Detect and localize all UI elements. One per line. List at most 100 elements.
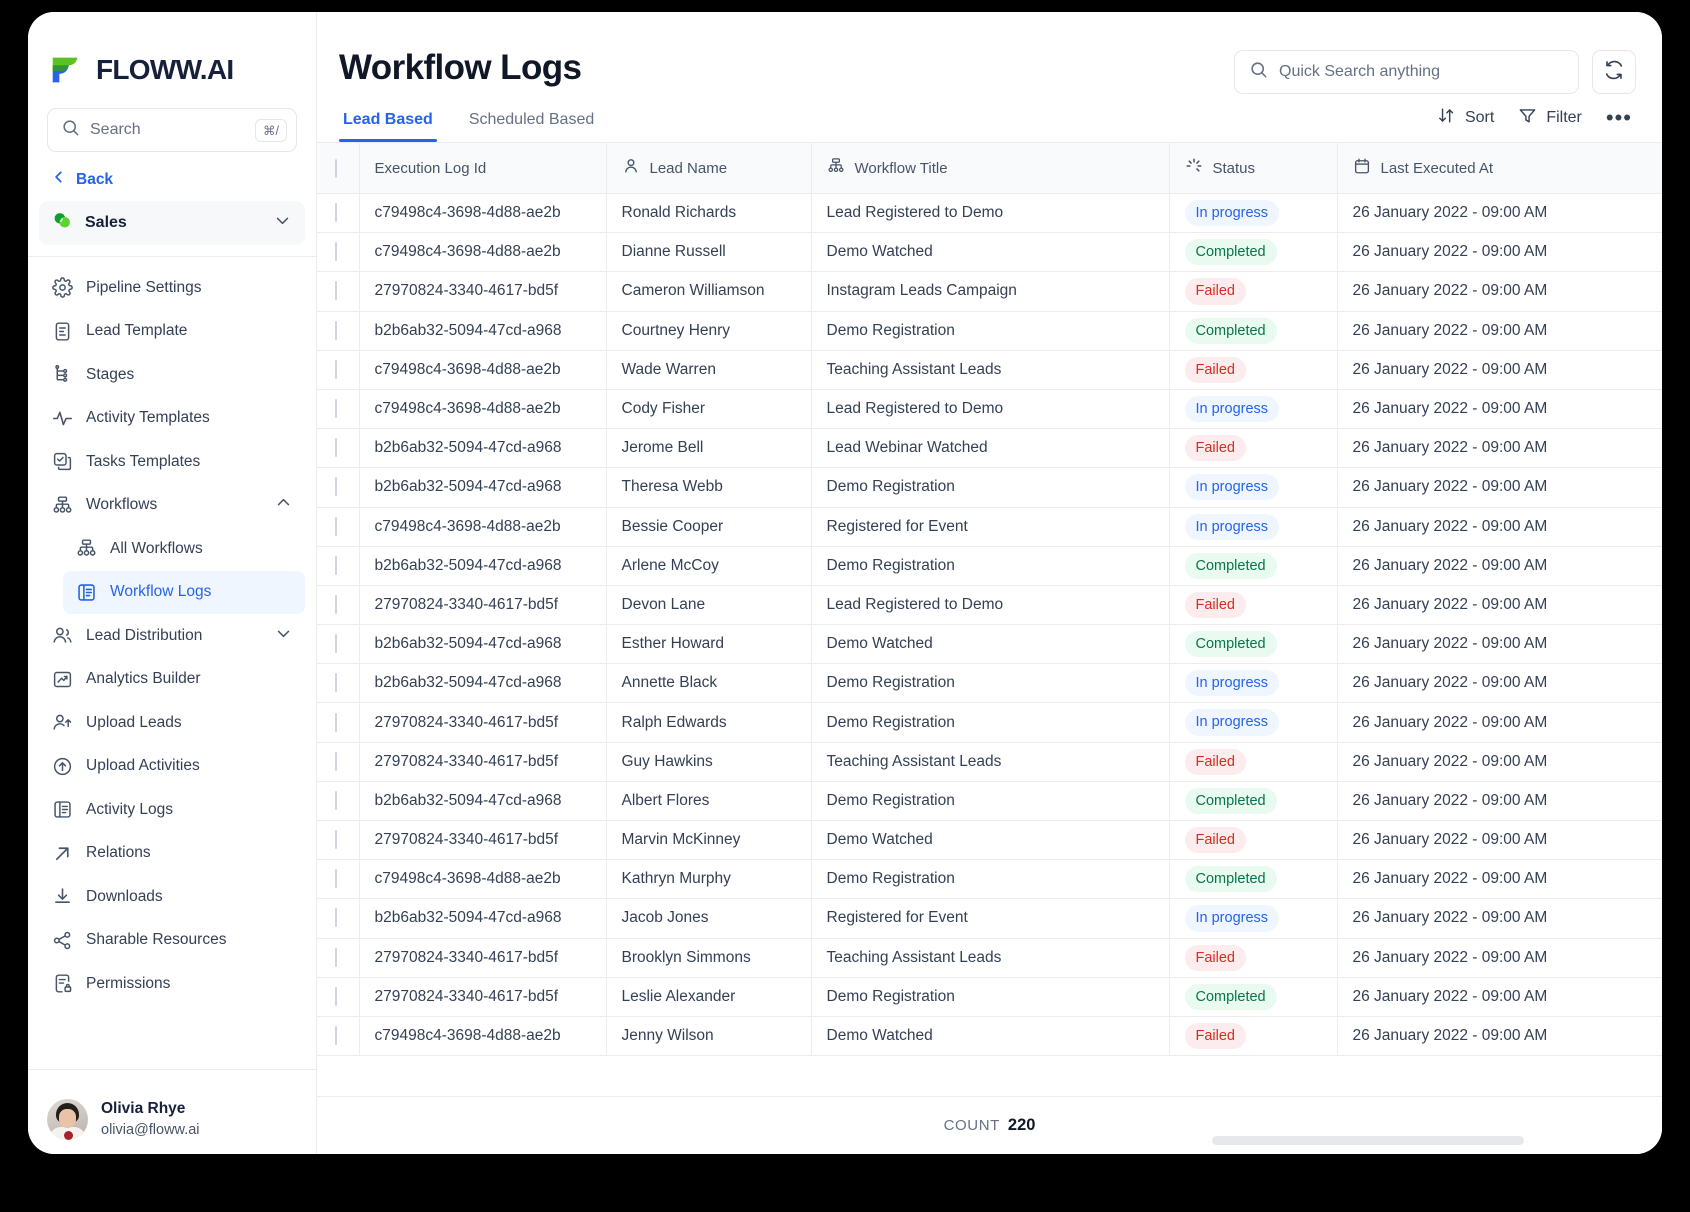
- sidebar-item-permissions[interactable]: Permissions: [39, 962, 305, 1006]
- table-row[interactable]: 27970824-3340-4617-bd5fGuy HawkinsTeachi…: [317, 742, 1662, 781]
- row-select-cell[interactable]: [317, 938, 359, 977]
- horizontal-scrollbar[interactable]: [1212, 1136, 1524, 1145]
- column-select-all[interactable]: [317, 143, 359, 194]
- sidebar-item-workflow-logs[interactable]: Workflow Logs: [63, 571, 305, 615]
- row-select-cell[interactable]: [317, 1016, 359, 1055]
- table-row[interactable]: 27970824-3340-4617-bd5fCameron Williamso…: [317, 272, 1662, 311]
- sidebar-item-pipeline-settings[interactable]: Pipeline Settings: [39, 266, 305, 310]
- table-row[interactable]: c79498c4-3698-4d88-ae2bDianne RussellDem…: [317, 233, 1662, 272]
- tab-scheduled-based[interactable]: Scheduled Based: [465, 111, 598, 142]
- table-row[interactable]: c79498c4-3698-4d88-ae2bRonald RichardsLe…: [317, 194, 1662, 233]
- table-row[interactable]: c79498c4-3698-4d88-ae2bBessie CooperRegi…: [317, 507, 1662, 546]
- table-scroll-area[interactable]: Execution Log Id Lead Name: [317, 142, 1662, 1096]
- column-execution-log-id[interactable]: Execution Log Id: [359, 143, 606, 194]
- checkbox-icon[interactable]: [335, 477, 337, 496]
- table-row[interactable]: b2b6ab32-5094-47cd-a968Esther HowardDemo…: [317, 625, 1662, 664]
- table-row[interactable]: b2b6ab32-5094-47cd-a968Theresa WebbDemo …: [317, 468, 1662, 507]
- column-lead-name[interactable]: Lead Name: [606, 143, 811, 194]
- sidebar-item-upload-leads[interactable]: Upload Leads: [39, 701, 305, 745]
- row-select-cell[interactable]: [317, 468, 359, 507]
- chevron-down-icon[interactable]: [274, 212, 291, 234]
- row-select-cell[interactable]: [317, 625, 359, 664]
- sidebar-item-tasks-templates[interactable]: Tasks Templates: [39, 440, 305, 484]
- table-row[interactable]: c79498c4-3698-4d88-ae2bCody FisherLead R…: [317, 389, 1662, 428]
- row-select-cell[interactable]: [317, 272, 359, 311]
- table-row[interactable]: b2b6ab32-5094-47cd-a968Courtney HenryDem…: [317, 311, 1662, 350]
- table-row[interactable]: b2b6ab32-5094-47cd-a968Annette BlackDemo…: [317, 664, 1662, 703]
- checkbox-icon[interactable]: [335, 752, 337, 771]
- table-row[interactable]: 27970824-3340-4617-bd5fMarvin McKinneyDe…: [317, 821, 1662, 860]
- table-row[interactable]: 27970824-3340-4617-bd5fRalph EdwardsDemo…: [317, 703, 1662, 742]
- workspace-selector[interactable]: Sales: [39, 201, 305, 245]
- checkbox-icon[interactable]: [335, 948, 337, 967]
- checkbox-icon[interactable]: [335, 634, 337, 653]
- table-row[interactable]: 27970824-3340-4617-bd5fDevon LaneLead Re…: [317, 585, 1662, 624]
- user-profile[interactable]: Olivia Rhye olivia@floww.ai: [28, 1070, 316, 1154]
- checkbox-icon[interactable]: [335, 360, 337, 379]
- row-select-cell[interactable]: [317, 703, 359, 742]
- table-row[interactable]: b2b6ab32-5094-47cd-a968Arlene McCoyDemo …: [317, 546, 1662, 585]
- row-select-cell[interactable]: [317, 821, 359, 860]
- column-status[interactable]: Status: [1169, 143, 1337, 194]
- row-select-cell[interactable]: [317, 546, 359, 585]
- row-select-cell[interactable]: [317, 664, 359, 703]
- sidebar-item-analytics-builder[interactable]: Analytics Builder: [39, 658, 305, 702]
- table-row[interactable]: b2b6ab32-5094-47cd-a968Jerome BellLead W…: [317, 429, 1662, 468]
- row-select-cell[interactable]: [317, 429, 359, 468]
- sidebar-item-workflows[interactable]: Workflows: [39, 484, 305, 528]
- table-row[interactable]: 27970824-3340-4617-bd5fLeslie AlexanderD…: [317, 977, 1662, 1016]
- row-select-cell[interactable]: [317, 350, 359, 389]
- table-row[interactable]: 27970824-3340-4617-bd5fBrooklyn SimmonsT…: [317, 938, 1662, 977]
- sort-button[interactable]: Sort: [1437, 106, 1494, 130]
- row-select-cell[interactable]: [317, 860, 359, 899]
- filter-button[interactable]: Filter: [1518, 106, 1582, 130]
- sidebar-item-lead-distribution[interactable]: Lead Distribution: [39, 614, 305, 658]
- row-select-cell[interactable]: [317, 742, 359, 781]
- row-select-cell[interactable]: [317, 977, 359, 1016]
- search-input[interactable]: Search ⌘/: [47, 108, 297, 152]
- checkbox-icon[interactable]: [335, 321, 337, 340]
- column-last-executed-at[interactable]: Last Executed At: [1337, 143, 1662, 194]
- checkbox-icon[interactable]: [335, 159, 337, 178]
- sidebar-item-all-workflows[interactable]: All Workflows: [63, 527, 305, 571]
- row-select-cell[interactable]: [317, 781, 359, 820]
- table-row[interactable]: c79498c4-3698-4d88-ae2bWade WarrenTeachi…: [317, 350, 1662, 389]
- checkbox-icon[interactable]: [335, 830, 337, 849]
- table-row[interactable]: b2b6ab32-5094-47cd-a968Albert FloresDemo…: [317, 781, 1662, 820]
- checkbox-icon[interactable]: [335, 556, 337, 575]
- checkbox-icon[interactable]: [335, 438, 337, 457]
- chevron-up-icon[interactable]: [275, 494, 292, 516]
- brand-logo[interactable]: FLOWW.AI: [28, 12, 316, 94]
- sidebar-item-upload-activities[interactable]: Upload Activities: [39, 745, 305, 789]
- sidebar-item-lead-template[interactable]: Lead Template: [39, 310, 305, 354]
- checkbox-icon[interactable]: [335, 869, 337, 888]
- sidebar-item-sharable-resources[interactable]: Sharable Resources: [39, 919, 305, 963]
- row-select-cell[interactable]: [317, 311, 359, 350]
- sidebar-item-downloads[interactable]: Downloads: [39, 875, 305, 919]
- row-select-cell[interactable]: [317, 507, 359, 546]
- back-button[interactable]: Back: [28, 152, 316, 189]
- row-select-cell[interactable]: [317, 585, 359, 624]
- checkbox-icon[interactable]: [335, 1026, 337, 1045]
- sidebar-item-activity-logs[interactable]: Activity Logs: [39, 788, 305, 832]
- checkbox-icon[interactable]: [335, 595, 337, 614]
- table-row[interactable]: c79498c4-3698-4d88-ae2bKathryn MurphyDem…: [317, 860, 1662, 899]
- checkbox-icon[interactable]: [335, 399, 337, 418]
- column-workflow-title[interactable]: Workflow Title: [811, 143, 1169, 194]
- checkbox-icon[interactable]: [335, 281, 337, 300]
- checkbox-icon[interactable]: [335, 242, 337, 261]
- row-select-cell[interactable]: [317, 899, 359, 938]
- sidebar-item-stages[interactable]: Stages: [39, 353, 305, 397]
- checkbox-icon[interactable]: [335, 908, 337, 927]
- checkbox-icon[interactable]: [335, 673, 337, 692]
- sidebar-item-activity-templates[interactable]: Activity Templates: [39, 397, 305, 441]
- checkbox-icon[interactable]: [335, 713, 337, 732]
- more-options-button[interactable]: •••: [1606, 111, 1632, 124]
- table-row[interactable]: c79498c4-3698-4d88-ae2bJenny WilsonDemo …: [317, 1016, 1662, 1055]
- table-row[interactable]: b2b6ab32-5094-47cd-a968Jacob JonesRegist…: [317, 899, 1662, 938]
- row-select-cell[interactable]: [317, 233, 359, 272]
- checkbox-icon[interactable]: [335, 987, 337, 1006]
- chevron-down-icon[interactable]: [275, 625, 292, 647]
- checkbox-icon[interactable]: [335, 791, 337, 810]
- row-select-cell[interactable]: [317, 389, 359, 428]
